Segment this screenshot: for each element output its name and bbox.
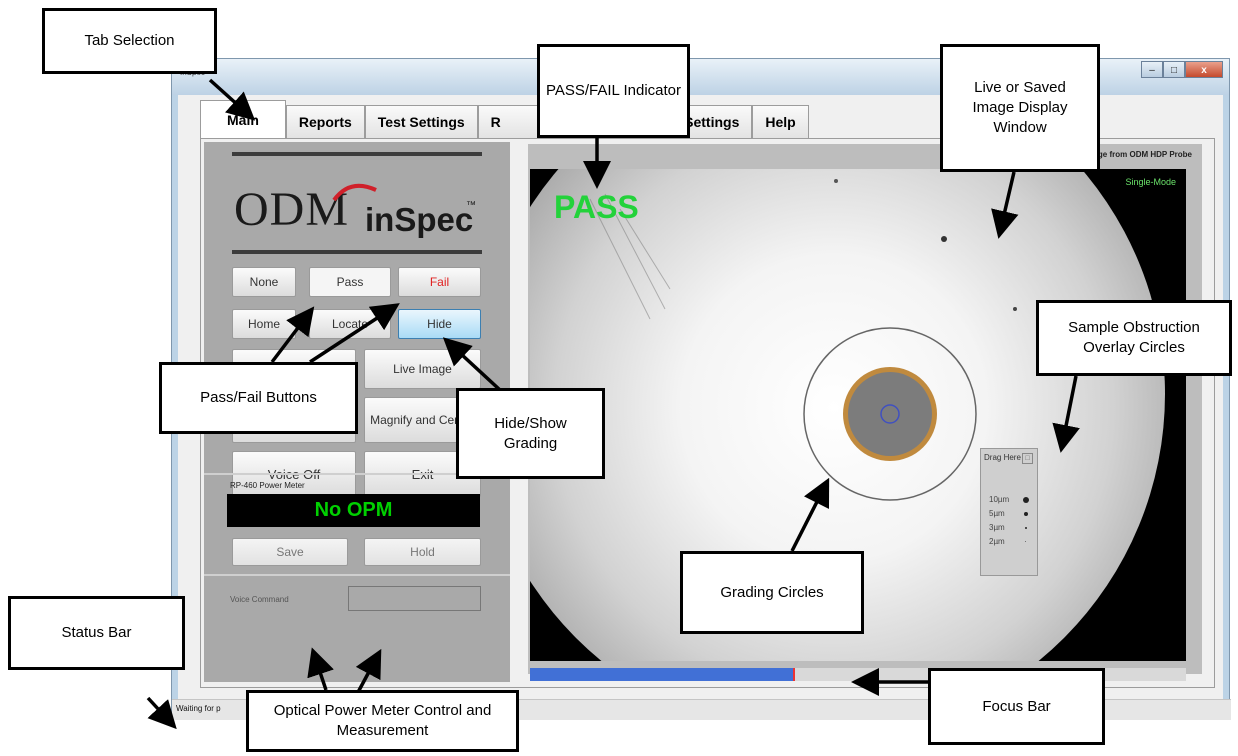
callout-image-window: Live or Saved Image Display Window — [940, 44, 1100, 172]
callout-opm-control: Optical Power Meter Control and Measurem… — [246, 690, 519, 752]
arrow-fail-button — [309, 303, 400, 364]
arrow-tab-selection — [208, 78, 256, 121]
callout-focus-bar: Focus Bar — [928, 668, 1105, 745]
callout-grading-circles: Grading Circles — [680, 551, 864, 634]
callout-pass-fail-buttons: Pass/Fail Buttons — [159, 362, 358, 434]
arrow-sample-obstruction — [1052, 375, 1080, 453]
arrow-save-button — [307, 647, 334, 691]
arrow-hide-show — [442, 337, 502, 392]
callout-hide-show-grading: Hide/Show Grading — [456, 388, 605, 479]
arrow-pass-button — [270, 306, 315, 364]
callout-status-bar: Status Bar — [8, 596, 185, 670]
callout-sample-obstruction: Sample Obstruction Overlay Circles — [1036, 300, 1232, 376]
callout-tab-selection: Tab Selection — [42, 8, 217, 74]
arrow-image-window — [991, 171, 1019, 239]
arrow-grading-circles — [790, 477, 830, 552]
callout-pass-fail-indicator: PASS/FAIL Indicator — [537, 44, 690, 138]
arrow-status-bar — [146, 696, 177, 730]
